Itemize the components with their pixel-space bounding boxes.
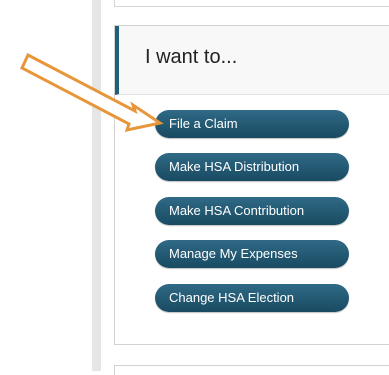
arrow-annotation-icon [20, 52, 164, 133]
